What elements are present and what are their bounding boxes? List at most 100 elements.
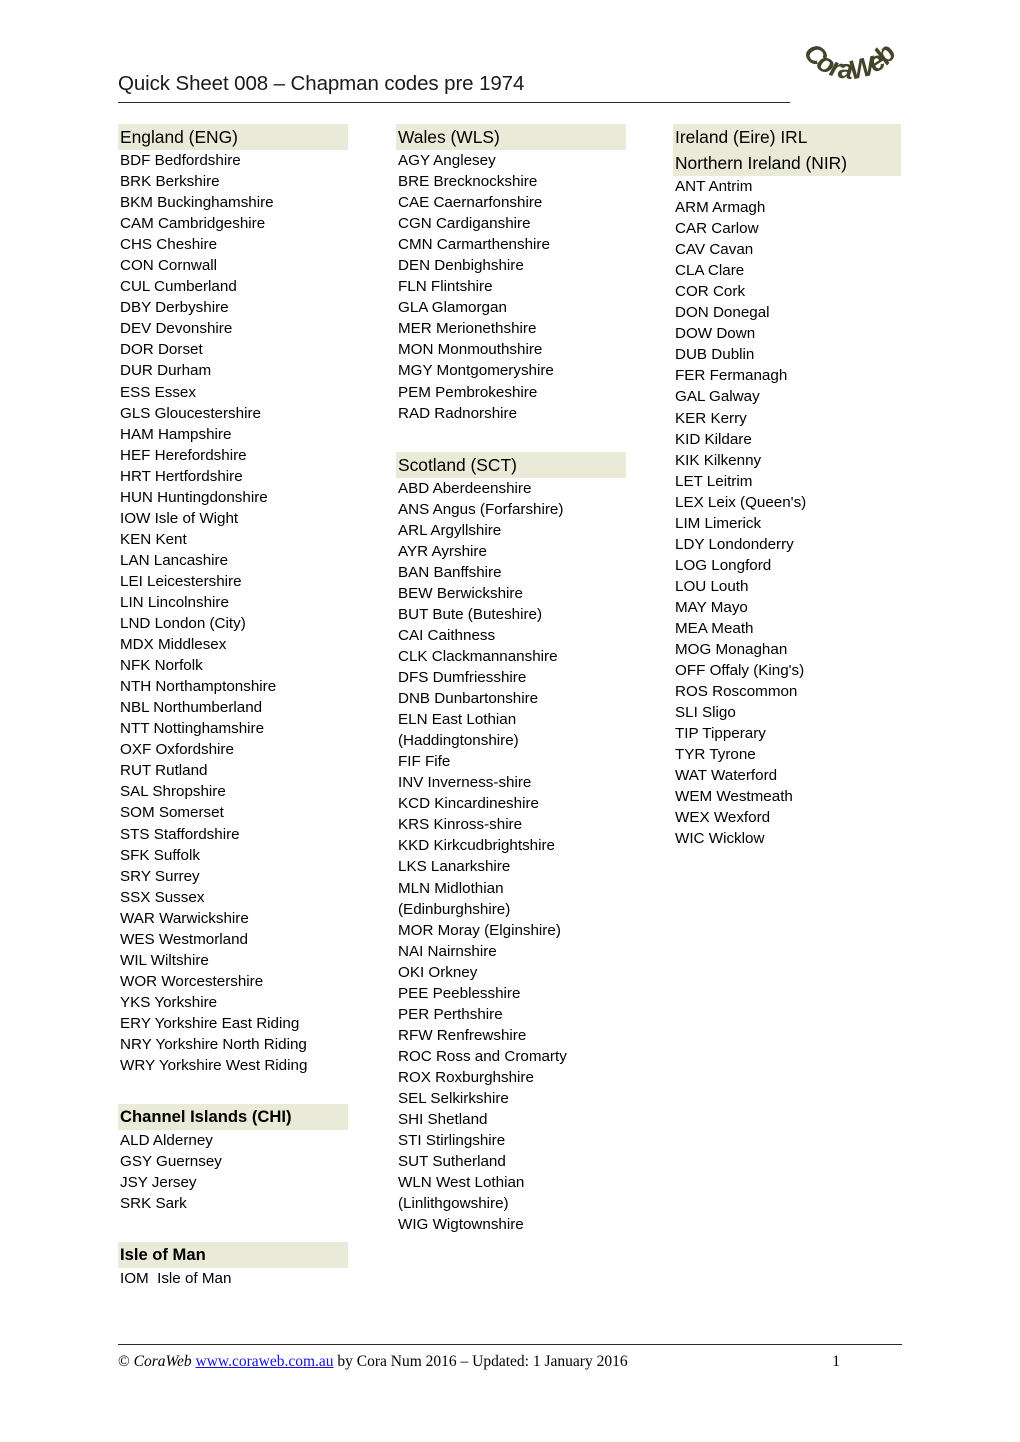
column-ireland: Ireland (Eire) IRL Northern Ireland (NIR… [673,124,923,850]
list-item: MER Merionethshire [398,320,537,338]
list-item: WEX Wexford [675,809,771,827]
list-item: ROX Roxburghshire [398,1068,534,1086]
footer-credit-line: © CoraWeb www.coraweb.com.au by Cora Num… [118,1353,628,1371]
list-item: BDF Bedfordshire [120,152,241,169]
list-item: COR Cork [675,283,746,301]
list-item: CAI Caithness [398,626,496,644]
code-list-ireland: ANT Antrim ARM Armagh CAR Carlow CAV Cav… [673,176,923,850]
footer-website-link[interactable]: www.coraweb.com.au [196,1353,334,1370]
list-item: GSY Guernsey [120,1153,222,1171]
list-item: CAM Cambridgeshire [120,215,266,233]
list-item: LDY Londonderry [675,535,794,553]
list-item: KEN Kent [120,530,187,548]
column-wales-scotland: Wales (WLS) AGY Anglesey BRE Brecknocksh… [396,124,646,1235]
code-list-england: BDF Bedfordshire BRK Berkshire BKM Bucki… [118,150,368,1076]
list-item: DON Donegal [675,304,770,322]
list-item: FLN Flintshire [398,278,493,296]
page-title: Quick Sheet 008 – Chapman codes pre 1974 [118,72,525,95]
list-item: CLA Clare [675,262,745,280]
list-item: RAD Radnorshire [398,404,518,422]
list-item: CUL Cumberland [120,278,237,296]
list-item: DNB Dunbartonshire [398,690,539,708]
page-header: Quick Sheet 008 – Chapman codes pre 1974 [118,72,902,118]
list-item: KKD Kirkcudbrightshire [398,837,555,855]
list-item: SSX Sussex [120,888,205,906]
list-item: YKS Yorkshire [120,993,218,1011]
footer-brand: CoraWeb [133,1353,192,1370]
list-item: BUT Bute (Buteshire) [398,605,543,623]
list-item: CLK Clackmannanshire [398,647,558,665]
list-item: NBL Northumberland [120,699,263,717]
document-page: Quick Sheet 008 – Chapman codes pre 1974… [0,0,1020,1442]
list-item: SEL Selkirkshire [398,1089,509,1107]
list-item: ESS Essex [120,383,196,401]
list-item: CMN Carmarthenshire [398,236,550,254]
list-item: FIF Fife [398,753,451,771]
list-item: ANT Antrim [675,178,753,195]
section-england: England (ENG) BDF Bedfordshire BRK Berks… [118,124,368,1076]
list-item: CAE Caernarfonshire [398,194,543,212]
list-item: SRY Surrey [120,867,200,885]
list-item: LIN Lincolnshire [120,593,229,611]
list-item: ROS Roscommon [675,683,798,701]
list-item: DFS Dumfriesshire [398,669,527,687]
list-item: ERY Yorkshire East Riding [120,1014,300,1032]
list-item: WIG Wigtownshire [398,1216,524,1234]
list-item: ALD Alderney [120,1132,213,1150]
list-item: DBY Derbyshire [120,299,229,317]
footer-credit-text: by Cora Num 2016 – Updated: 1 January 20… [337,1353,628,1370]
list-item: PER Perthshire [398,1005,503,1023]
code-list-channel-islands: ALD Alderney GSY Guernsey JSY Jersey SRK… [118,1130,368,1214]
list-item: LET Leitrim [675,472,753,490]
list-item: CAV Cavan [675,241,754,259]
list-item: ARL Argyllshire [398,521,502,539]
list-item: CAR Carlow [675,220,759,238]
list-item: AYR Ayrshire [398,542,487,560]
list-item: PEE Peeblesshire [398,984,521,1002]
section-channel-islands: Channel Islands (CHI) ALD Alderney GSY G… [118,1104,368,1214]
list-item: PEM Pembrokeshire [398,383,538,401]
list-item: SFK Suffolk [120,846,200,864]
list-item: GLS Gloucestershire [120,404,261,422]
section-wales: Wales (WLS) AGY Anglesey BRE Brecknocksh… [396,124,646,424]
list-item: BAN Banffshire [398,563,502,581]
list-item: LKS Lanarkshire [398,858,511,876]
list-item: MON Monmouthshire [398,341,543,359]
list-item: NAI Nairnshire [398,942,497,960]
list-item: NFK Norfolk [120,657,203,675]
list-item: WLN West Lothian (Linlithgowshire) [398,1174,525,1213]
list-item: DOW Down [675,325,756,343]
list-item: MDX Middlesex [120,636,227,654]
copyright-symbol: © [118,1353,130,1370]
list-item: MAY Mayo [675,598,748,616]
list-item: DEV Devonshire [120,320,233,338]
list-item: LND London (City) [120,615,246,633]
list-item: ANS Angus (Forfarshire) [398,500,564,518]
list-item: MLN Midlothian (Edinburghshire) [398,879,511,918]
list-item: KRS Kinross-shire [398,816,523,834]
list-item: WAR Warwickshire [120,909,249,927]
list-item: HUN Huntingdonshire [120,488,268,506]
list-item: ARM Armagh [675,199,766,217]
footer-divider [118,1344,902,1345]
list-item: DUB Dublin [675,346,755,364]
footer-page-number: 1 [832,1353,840,1370]
list-item: GAL Galway [675,388,760,406]
coraweb-logo-icon: CoraWeb [795,34,905,110]
list-item: TYR Tyrone [675,746,756,764]
list-item: INV Inverness-shire [398,774,532,792]
list-item: MEA Meath [675,619,754,637]
list-item: SUT Sutherland [398,1153,506,1171]
list-item: LAN Lancashire [120,551,229,569]
list-item: CHS Cheshire [120,236,218,254]
list-item: WES Westmorland [120,930,249,948]
list-item: STI Stirlingshire [398,1132,506,1150]
list-item: HRT Hertfordshire [120,467,243,485]
list-item: JSY Jersey [120,1174,197,1192]
section-heading-wales: Wales (WLS) [396,124,626,150]
section-scotland: Scotland (SCT) ABD Aberdeenshire ANS Ang… [396,451,646,1236]
section-heading-ireland-line2: Northern Ireland (NIR) [673,150,901,176]
